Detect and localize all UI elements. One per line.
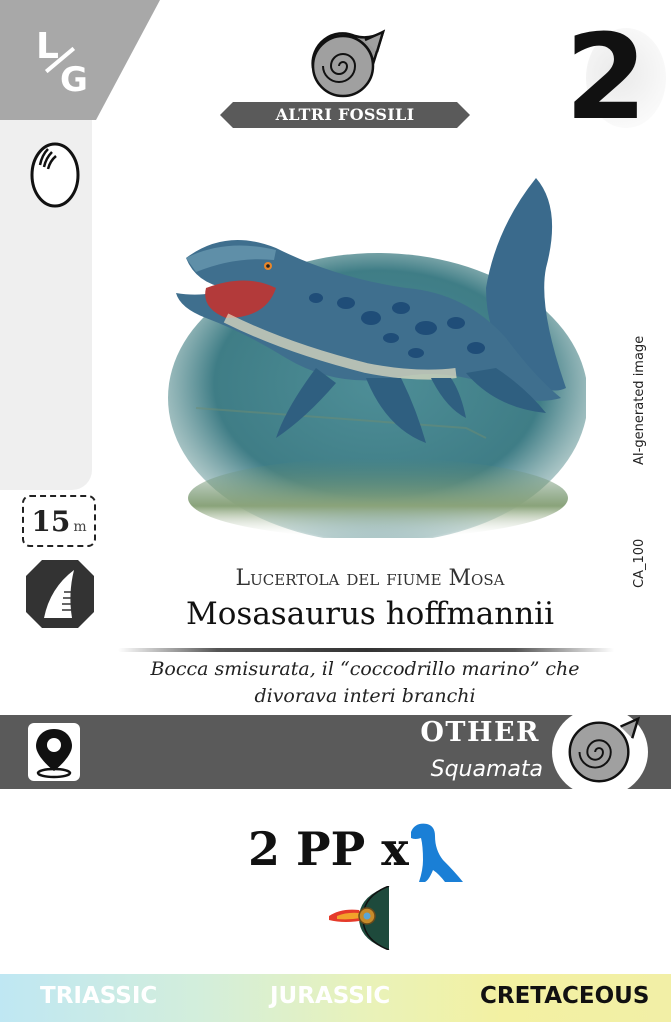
group-label: OTHER: [420, 717, 540, 748]
category-label: ALTRI FOSSILI: [275, 105, 415, 124]
order-label: Squamata: [430, 757, 543, 782]
era-jurassic: JURASSIC: [270, 983, 391, 1009]
size-unit: m: [73, 519, 87, 535]
tooth-icon: [26, 560, 94, 628]
cost-value: 2: [565, 8, 648, 146]
era-bar: TRIASSIC JURASSIC CRETACEOUS: [0, 974, 671, 1022]
egg-icon: [30, 142, 80, 208]
ammonite-icon: [311, 29, 386, 98]
ai-generated-note: AI-generated image: [632, 335, 647, 465]
ammonite-icon: [568, 716, 641, 783]
meteor-icon: [329, 886, 390, 950]
size-badge: 15 m: [22, 495, 96, 547]
corner-letter-g: G: [60, 60, 88, 100]
size-value: 15: [31, 505, 71, 538]
lg-logo: L G: [32, 26, 102, 100]
category-banner: ALTRI FOSSILI: [220, 102, 470, 128]
location-pin-icon: [36, 729, 72, 779]
mosasaur-illustration: [168, 178, 586, 538]
description-text: Bocca smisurata, il “coccodrillo marino”…: [150, 658, 580, 707]
card-code: CA_100: [632, 538, 647, 588]
era-cretaceous: CRETACEOUS: [480, 983, 650, 1009]
common-name: Lucertola del fiume Mosa: [235, 566, 505, 591]
sauropod-icon: [411, 823, 463, 882]
dino-card: L G 15 m ALTRI FOSSILI 2 AI-generated im…: [0, 0, 671, 1028]
scientific-name: Mosasaurus hoffmannii: [186, 596, 554, 632]
location-pin-button[interactable]: [28, 723, 80, 781]
name-divider: [118, 648, 614, 652]
points-text: 2 PP x: [248, 822, 409, 876]
era-triassic: TRIASSIC: [40, 983, 158, 1009]
